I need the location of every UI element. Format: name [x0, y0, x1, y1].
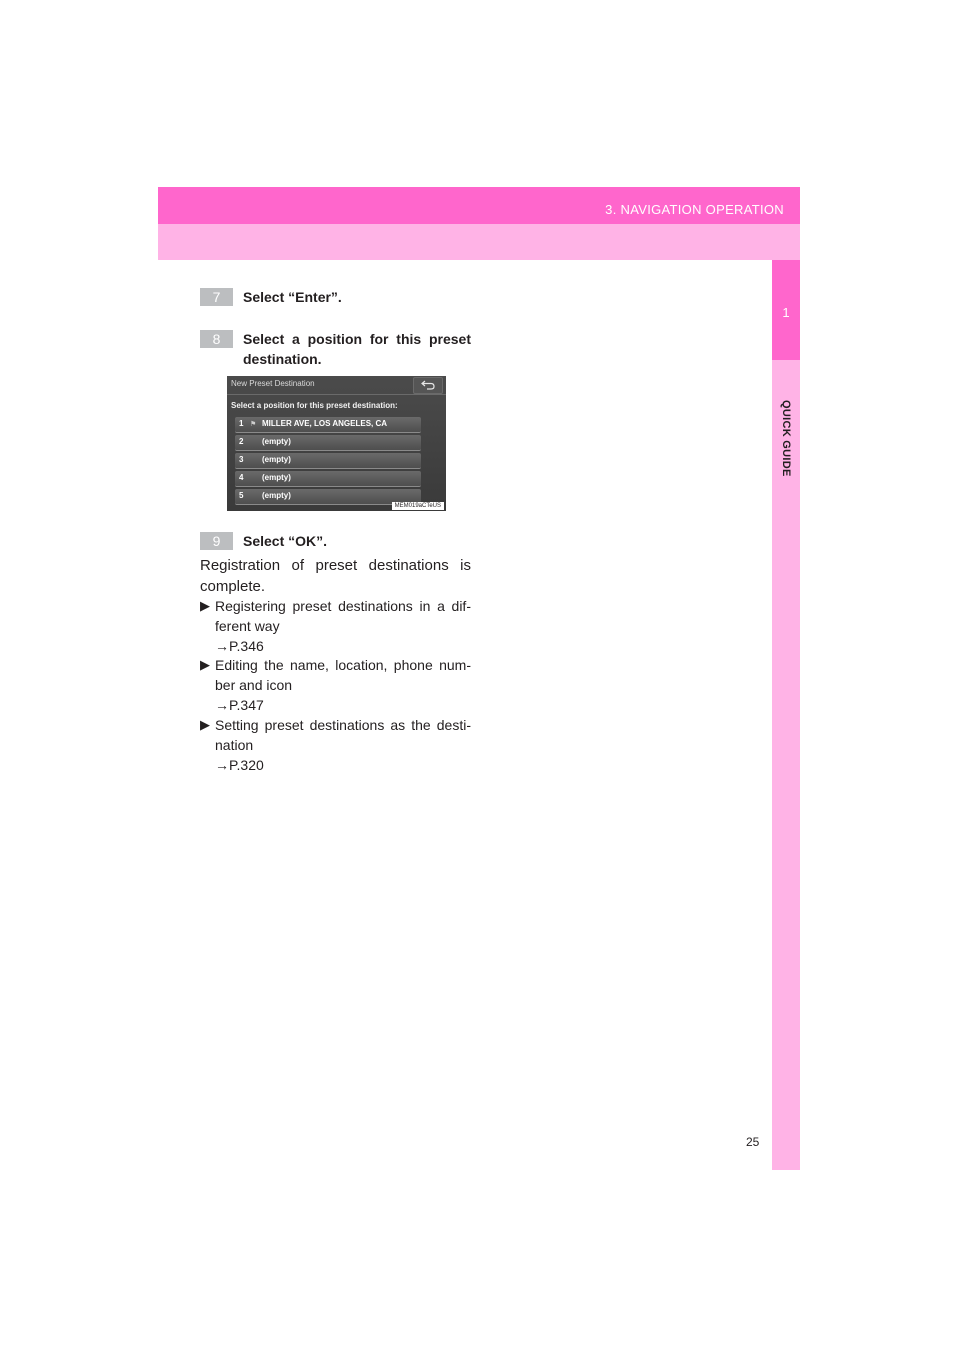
- section-title: 3. NAVIGATION OPERATION: [605, 202, 784, 217]
- page-number: 25: [746, 1135, 760, 1149]
- slot-label: (empty): [262, 455, 291, 464]
- page-reference-link[interactable]: →P.347: [200, 695, 471, 715]
- slot-label: (empty): [262, 491, 291, 500]
- chapter-label: QUICK GUIDE: [780, 400, 792, 477]
- return-arrow-icon: [421, 380, 435, 390]
- bullet-text: Editing the name, location, phone num-be…: [215, 657, 471, 693]
- screen-prompt: Select a position for this preset destin…: [231, 401, 398, 410]
- step-text-7: Select “Enter”.: [243, 289, 342, 305]
- page-reference-link[interactable]: →P.320: [200, 755, 471, 775]
- chapter-side-tab: [772, 260, 800, 1170]
- screen-divider: [227, 394, 446, 395]
- screen-title: New Preset Destination: [231, 379, 315, 388]
- destination-flag-icon: ⚑: [250, 421, 257, 428]
- triangle-bullet-icon: ▶: [200, 657, 210, 672]
- preset-slot-4[interactable]: 4 (empty): [235, 471, 421, 487]
- bullet-item: ▶ Registering preset destinations in a d…: [200, 596, 471, 656]
- slot-label: MILLER AVE, LOS ANGELES, CA: [262, 419, 388, 428]
- step-badge-8: 8: [200, 330, 233, 348]
- navigation-screen-image: New Preset Destination Select a position…: [227, 376, 446, 511]
- slot-number: 4: [239, 473, 244, 482]
- slot-number: 1: [239, 419, 244, 428]
- triangle-bullet-icon: ▶: [200, 717, 210, 732]
- image-code: MEM019aCTeUS: [391, 502, 444, 510]
- triangle-bullet-icon: ▶: [200, 598, 210, 613]
- page-reference-link[interactable]: →P.346: [200, 636, 471, 656]
- slot-number: 3: [239, 455, 244, 464]
- slot-number: 2: [239, 437, 244, 446]
- step-badge-9: 9: [200, 532, 233, 550]
- slot-label: (empty): [262, 473, 291, 482]
- preset-slot-1[interactable]: 1 ⚑ MILLER AVE, LOS ANGELES, CA: [235, 417, 421, 433]
- step-text-9: Select “OK”.: [243, 533, 328, 549]
- step-text-8: Select a position for this preset destin…: [243, 331, 471, 367]
- chapter-number: 1: [782, 305, 790, 320]
- header-subband: [158, 224, 800, 260]
- slot-label: (empty): [262, 437, 291, 446]
- bullet-text: Registering preset destinations in a dif…: [215, 598, 471, 634]
- completion-paragraph: Registration of preset destinations is c…: [200, 557, 471, 595]
- bullet-text: Setting preset destinations as the desti…: [215, 717, 471, 753]
- bullet-item: ▶ Editing the name, location, phone num-…: [200, 655, 471, 715]
- preset-slot-3[interactable]: 3 (empty): [235, 453, 421, 469]
- step-badge-7: 7: [200, 288, 233, 306]
- bullet-item: ▶ Setting preset destinations as the des…: [200, 715, 471, 775]
- preset-slot-2[interactable]: 2 (empty): [235, 435, 421, 451]
- back-button[interactable]: [413, 377, 443, 394]
- slot-number: 5: [239, 491, 244, 500]
